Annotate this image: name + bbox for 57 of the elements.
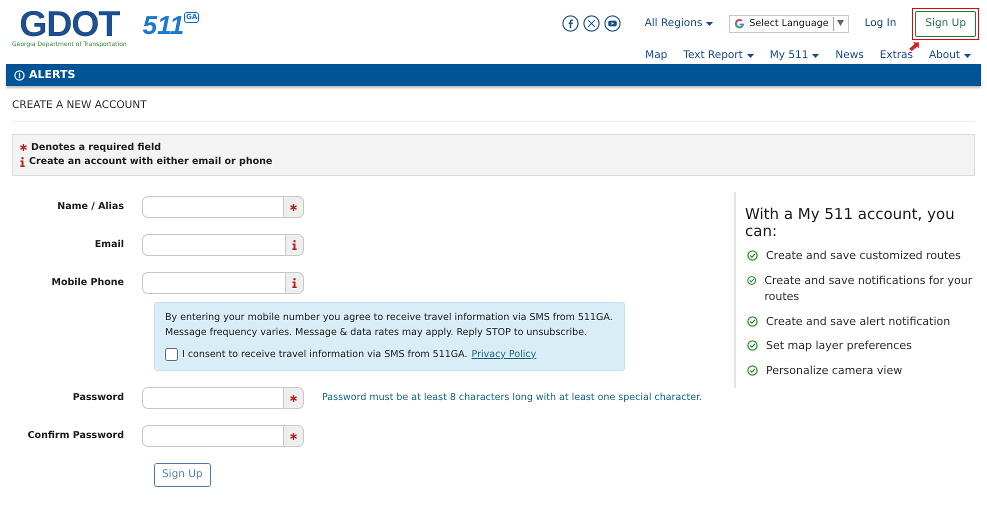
legend-text: Create an account with either email or phone xyxy=(29,155,272,169)
nav-link[interactable]: News xyxy=(835,48,864,64)
caret-icon xyxy=(706,22,714,26)
login-link[interactable]: Log In xyxy=(864,16,896,32)
privacy-policy-link[interactable]: Privacy Policy xyxy=(472,348,536,362)
input-field[interactable] xyxy=(142,425,284,447)
info-icon xyxy=(292,278,297,288)
field-label: Password xyxy=(72,390,125,405)
asterisk-icon xyxy=(290,432,297,440)
benefit-item: Set map layer preferences xyxy=(766,338,912,354)
benefit-item: Create and save customized routes xyxy=(766,248,961,264)
alerts-bar[interactable]: ALERTS xyxy=(6,64,981,86)
field-label: Email xyxy=(94,238,125,252)
input-field[interactable] xyxy=(142,196,284,218)
field-label: Confirm Password xyxy=(26,428,125,443)
input-field[interactable] xyxy=(142,234,286,256)
consent-label: I consent to receive travel information via SMS from 511GA. xyxy=(182,348,468,362)
page-title: CREATE A NEW ACCOUNT xyxy=(12,98,975,122)
logo-wordmark[interactable]: GDOT xyxy=(19,8,120,40)
nav-link[interactable]: My 511 xyxy=(770,48,820,64)
language-select[interactable]: Select Language xyxy=(729,14,849,33)
nav-link[interactable]: Map xyxy=(645,48,668,64)
benefit-item: Personalize camera view xyxy=(766,362,902,379)
signup-button[interactable]: Sign Up xyxy=(915,11,976,37)
facebook-icon[interactable] xyxy=(562,15,579,32)
benefit-item: Create and save notifications for your routes xyxy=(764,272,974,306)
field-label: Name / Alias xyxy=(56,200,125,214)
dropdown-icon xyxy=(836,20,844,26)
nav-link[interactable]: About xyxy=(928,48,971,64)
signup-submit-button[interactable]: Sign Up xyxy=(154,463,211,487)
info-icon xyxy=(292,240,297,250)
asterisk-icon xyxy=(290,204,297,211)
x-icon[interactable] xyxy=(582,15,600,32)
benefits-title: With a My 511 account, you can: xyxy=(745,206,956,240)
input-field[interactable] xyxy=(142,387,284,409)
consent-checkbox[interactable] xyxy=(165,348,178,362)
alert-icon xyxy=(14,70,25,80)
password-hint: Password must be at least 8 characters long with at least one special character. xyxy=(322,390,702,405)
check-circle-icon xyxy=(747,364,758,376)
asterisk-icon xyxy=(290,394,297,402)
google-icon xyxy=(734,18,746,30)
benefit-item: Create and save alert notification xyxy=(766,314,950,330)
nav-link[interactable]: Extras xyxy=(880,48,913,64)
input-field[interactable] xyxy=(142,272,286,294)
check-circle-icon xyxy=(747,250,758,262)
asterisk-icon xyxy=(20,144,27,152)
youtube-icon[interactable] xyxy=(604,15,621,32)
nav-link[interactable]: Text Report xyxy=(683,48,754,64)
logo-511[interactable]: 511 xyxy=(142,12,184,38)
check-circle-icon xyxy=(747,340,758,352)
info-icon xyxy=(20,157,25,168)
legend-text: Denotes a required field xyxy=(31,140,162,155)
check-circle-icon xyxy=(747,274,756,286)
region-menu[interactable]: All Regions xyxy=(644,16,714,32)
sms-notice-text: By entering your mobile number you agree to receive travel information via SMS from 511GA. Message frequency varies. Message & data rates may apply. Reply STOP to unsubscribe. xyxy=(165,311,614,340)
field-label: Mobile Phone xyxy=(50,276,125,290)
check-circle-icon xyxy=(747,316,758,327)
